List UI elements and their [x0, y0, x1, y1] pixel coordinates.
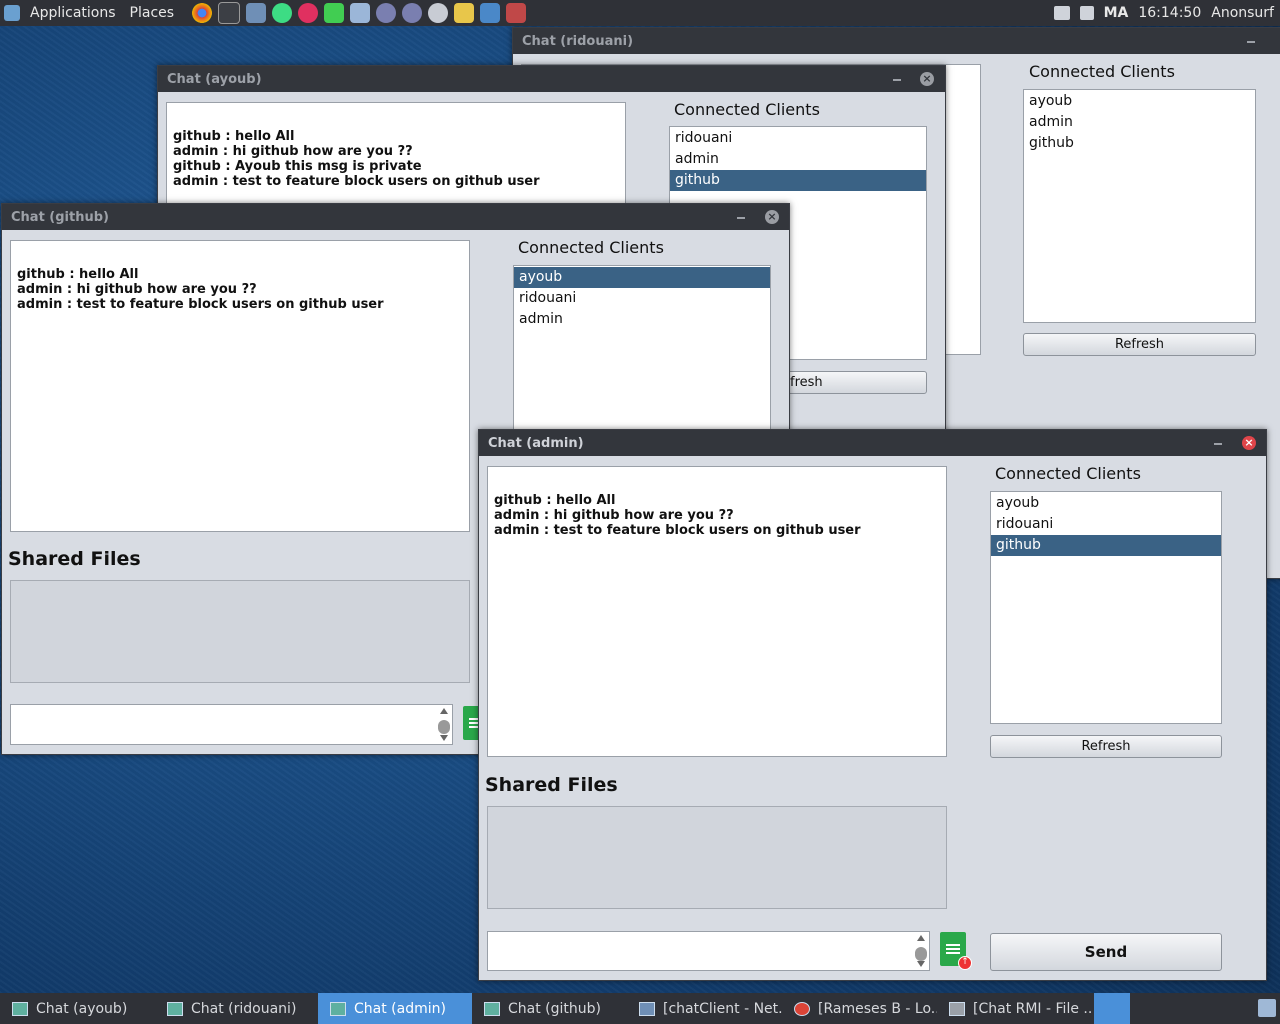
- minimize-icon[interactable]: [737, 217, 745, 219]
- window-title: Chat (ridouani): [522, 33, 634, 49]
- task-label: [Rameses B - Lo...: [818, 1000, 937, 1017]
- task-label: Chat (ridouani): [191, 1000, 297, 1017]
- shared-files-list: [10, 580, 470, 683]
- task-file-manager[interactable]: [Chat RMI - File ...: [937, 993, 1092, 1024]
- notes-icon[interactable]: [454, 3, 475, 23]
- minimize-icon[interactable]: [1247, 41, 1255, 43]
- task-chrome[interactable]: [Rameses B - Lo...: [782, 993, 937, 1024]
- places-menu[interactable]: Places: [126, 5, 179, 21]
- workspace-switcher[interactable]: [1094, 993, 1130, 1024]
- qt-icon[interactable]: [324, 3, 345, 23]
- titlebar[interactable]: Chat (admin) ×: [479, 430, 1266, 456]
- list-item-selected[interactable]: ayoub: [514, 267, 770, 288]
- task-chat-github[interactable]: Chat (github): [472, 993, 627, 1024]
- task-label: Chat (admin): [354, 1000, 446, 1017]
- java-app-icon: [167, 1001, 183, 1016]
- keyboard-layout[interactable]: MA: [1104, 5, 1129, 21]
- titlebar[interactable]: Chat (ayoub) ×: [158, 66, 945, 92]
- chrome-icon[interactable]: [192, 3, 213, 23]
- list-item[interactable]: ayoub: [1024, 91, 1255, 112]
- folder-icon: [949, 1001, 965, 1016]
- hex-icon[interactable]: [428, 3, 449, 23]
- show-desktop-icon[interactable]: [1258, 999, 1276, 1017]
- java-app-icon: [484, 1001, 500, 1016]
- window-title: Chat (github): [11, 209, 109, 225]
- android-studio-icon[interactable]: [272, 3, 293, 23]
- task-chat-ayoub[interactable]: Chat (ayoub): [0, 993, 155, 1024]
- top-panel: Applications Places MA 16:14:50 Anonsurf: [0, 0, 1280, 26]
- upload-badge-icon: ↑: [958, 956, 972, 970]
- refresh-button[interactable]: Refresh: [1023, 333, 1256, 356]
- anonsurf-indicator[interactable]: Anonsurf: [1211, 5, 1274, 21]
- screenshot-icon[interactable]: [506, 3, 527, 23]
- close-icon[interactable]: ×: [1242, 436, 1256, 450]
- list-item[interactable]: admin: [514, 309, 770, 330]
- kali-logo-icon[interactable]: [4, 5, 20, 21]
- chat-history: github : hello All admin : hi github how…: [487, 466, 947, 757]
- connected-clients-label: Connected Clients: [674, 100, 820, 119]
- titlebar[interactable]: Chat (ridouani): [513, 28, 1280, 54]
- cube-icon[interactable]: [350, 3, 371, 23]
- applications-menu[interactable]: Applications: [26, 5, 120, 21]
- refresh-button[interactable]: Refresh: [990, 735, 1222, 758]
- refresh-button-label: fresh: [790, 375, 823, 390]
- clients-list: ayoub admin github: [1023, 89, 1256, 323]
- shared-files-label: Shared Files: [8, 548, 141, 570]
- image-viewer-icon[interactable]: [480, 3, 501, 23]
- shared-files-label: Shared Files: [485, 774, 618, 796]
- shared-files-list: [487, 806, 947, 909]
- connected-clients-label: Connected Clients: [518, 238, 664, 257]
- list-item[interactable]: ridouani: [670, 128, 926, 149]
- chrome-icon: [794, 1001, 810, 1016]
- network-icon[interactable]: [1053, 6, 1070, 20]
- flickr-icon[interactable]: [298, 3, 319, 23]
- java-app-icon: [330, 1001, 346, 1016]
- minimize-icon[interactable]: [893, 79, 901, 81]
- terminal-icon[interactable]: [218, 2, 241, 24]
- input-scrollbar[interactable]: [438, 708, 450, 741]
- window-title: Chat (ayoub): [167, 71, 262, 87]
- list-item[interactable]: ayoub: [991, 493, 1221, 514]
- clients-list: ayoub ridouani github: [990, 491, 1222, 724]
- window-chat-admin: Chat (admin) × github : hello All admin …: [478, 429, 1267, 981]
- task-label: Chat (ayoub): [36, 1000, 128, 1017]
- list-item-selected[interactable]: github: [670, 170, 926, 191]
- netbeans-icon: [639, 1001, 655, 1016]
- list-item[interactable]: admin: [1024, 112, 1255, 133]
- toggle2-icon[interactable]: [402, 3, 423, 23]
- list-item[interactable]: github: [1024, 133, 1255, 154]
- upload-file-icon[interactable]: ↑: [940, 932, 972, 970]
- task-chat-admin[interactable]: Chat (admin): [318, 993, 472, 1024]
- send-button[interactable]: Send: [990, 933, 1222, 971]
- list-item[interactable]: ridouani: [514, 288, 770, 309]
- list-item[interactable]: admin: [670, 149, 926, 170]
- list-item-selected[interactable]: github: [991, 535, 1221, 556]
- minimize-icon[interactable]: [1214, 443, 1222, 445]
- message-input[interactable]: [487, 931, 930, 971]
- task-label: Chat (github): [508, 1000, 601, 1017]
- taskbar: Chat (ayoub) Chat (ridouani) Chat (admin…: [0, 993, 1280, 1024]
- window-title: Chat (admin): [488, 435, 584, 451]
- titlebar[interactable]: Chat (github) ×: [2, 204, 789, 230]
- message-input[interactable]: [10, 704, 453, 745]
- input-scrollbar[interactable]: [915, 935, 927, 967]
- close-icon[interactable]: ×: [765, 210, 779, 224]
- clock: 16:14:50: [1138, 5, 1202, 21]
- toggle-icon[interactable]: [376, 3, 397, 23]
- list-item[interactable]: ridouani: [991, 514, 1221, 535]
- java-app-icon: [12, 1001, 28, 1016]
- connected-clients-label: Connected Clients: [995, 464, 1141, 483]
- task-chat-ridouani[interactable]: Chat (ridouani): [155, 993, 318, 1024]
- chat-history: github : hello All admin : hi github how…: [10, 240, 470, 532]
- volume-icon[interactable]: [1079, 6, 1094, 20]
- task-netbeans[interactable]: [chatClient - Net...: [627, 993, 782, 1024]
- close-icon[interactable]: ×: [920, 72, 934, 86]
- virtualbox-icon[interactable]: [246, 3, 267, 23]
- task-label: [Chat RMI - File ...: [973, 1000, 1092, 1017]
- connected-clients-label: Connected Clients: [1029, 62, 1175, 81]
- task-label: [chatClient - Net...: [663, 1000, 782, 1017]
